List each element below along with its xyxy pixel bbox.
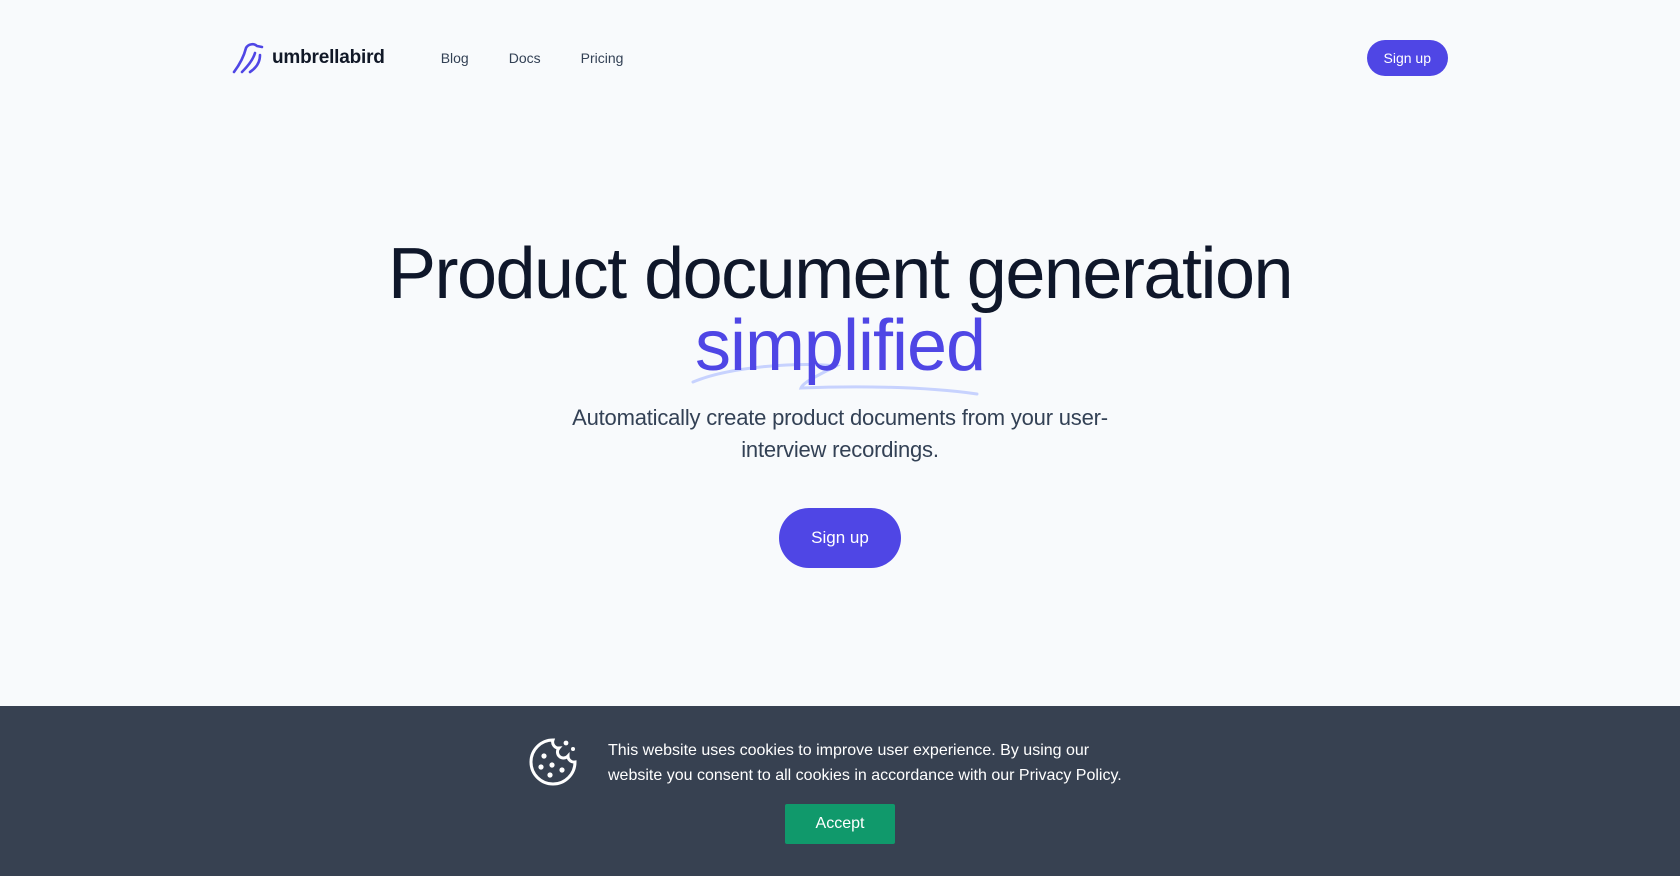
nav-blog[interactable]: Blog [441, 50, 469, 66]
hero-title: Product document generation [387, 234, 1294, 314]
logo-text: umbrellabird [272, 47, 385, 68]
hero-accent-word: simplified [694, 306, 986, 386]
cookie-banner: This website uses cookies to improve use… [0, 706, 1680, 876]
cookie-content: This website uses cookies to improve use… [528, 737, 1128, 788]
site-header: umbrellabird Blog Docs Pricing Sign up [232, 38, 1448, 78]
hero-section: Product document generation simplified A… [0, 238, 1680, 568]
cookie-accept-button[interactable]: Accept [785, 804, 895, 844]
main-nav: Blog Docs Pricing [441, 50, 624, 66]
header-signup-button[interactable]: Sign up [1366, 40, 1448, 76]
umbrellabird-logo-icon [232, 42, 264, 74]
hero-accent-wrap: simplified [691, 306, 986, 396]
hero-subtitle: Automatically create product documents f… [572, 405, 1108, 462]
hero-signup-button[interactable]: Sign up [779, 508, 901, 568]
cookie-message: This website uses cookies to improve use… [608, 742, 1122, 784]
logo-link[interactable]: umbrellabird [232, 42, 385, 74]
nav-docs[interactable]: Docs [509, 50, 541, 66]
nav-pricing[interactable]: Pricing [581, 50, 624, 66]
cookie-icon [529, 738, 577, 786]
